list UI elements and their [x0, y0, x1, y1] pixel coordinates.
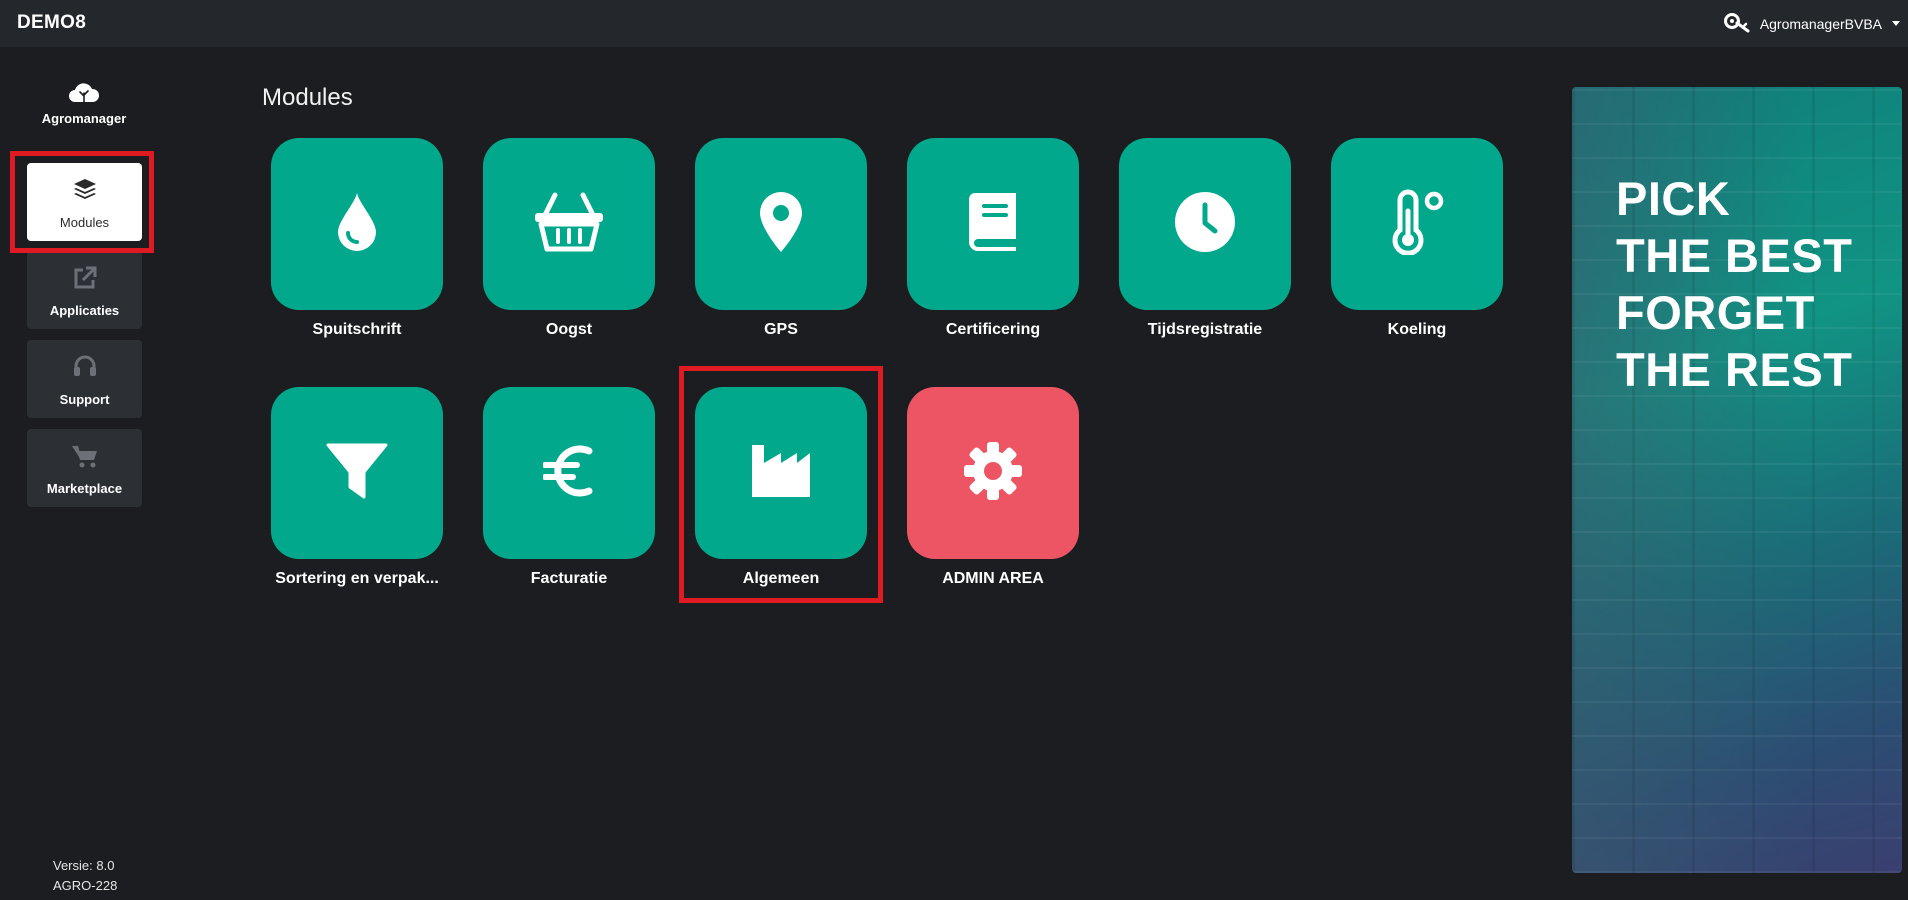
module-label: Tijdsregistratie: [1147, 321, 1263, 338]
sidebar-item-marketplace[interactable]: Marketplace: [27, 429, 142, 507]
chevron-down-icon: [1892, 21, 1900, 26]
modules-highlight-box: [10, 151, 154, 253]
gear-icon: [962, 440, 1024, 507]
version-info: Versie: 8.0 AGRO-228: [53, 856, 117, 896]
promo-line-4: THE REST: [1616, 343, 1853, 396]
module-label: Facturatie: [530, 570, 608, 587]
top-bar: DEMO8 AgromanagerBVBA: [0, 0, 1908, 47]
module-tile-tijdsregistratie[interactable]: Tijdsregistratie: [1119, 138, 1291, 339]
module-tile-spuitschrift[interactable]: Spuitschrift: [271, 138, 443, 339]
euro-icon: [542, 441, 595, 506]
user-key-icon: [1722, 9, 1752, 38]
module-label: ADMIN AREA: [942, 570, 1044, 587]
module-label: Koeling: [1387, 321, 1447, 338]
version-text: Versie: 8.0: [53, 858, 115, 873]
sidebar-item-label: Support: [59, 392, 110, 407]
module-tile-koeling[interactable]: Koeling: [1331, 138, 1503, 339]
map-pin-icon: [758, 190, 804, 259]
sidebar-item-applicaties[interactable]: Applicaties: [27, 251, 142, 329]
sidebar-item-support[interactable]: Support: [27, 340, 142, 418]
sidebar-item-label: Marketplace: [46, 481, 123, 496]
filter-icon: [326, 442, 388, 505]
module-label: Certificering: [945, 321, 1041, 338]
module-tile-oogst[interactable]: Oogst: [483, 138, 655, 339]
basket-icon: [533, 191, 605, 258]
module-tile-admin-area[interactable]: ADMIN AREA: [907, 387, 1079, 588]
promo-line-2: THE BEST: [1616, 229, 1853, 282]
module-tile-gps[interactable]: GPS: [695, 138, 867, 339]
module-label: Sortering en verpak...: [275, 570, 439, 587]
promo-line-1: PICK: [1616, 172, 1731, 225]
promo-line-3: FORGET: [1616, 286, 1815, 339]
logo-text: Agromanager: [41, 111, 127, 126]
cart-icon: [27, 443, 142, 469]
build-text: AGRO-228: [53, 878, 118, 893]
book-icon: [966, 191, 1020, 258]
user-name: AgromanagerBVBA: [1759, 15, 1882, 32]
module-tile-sortering[interactable]: Sortering en verpak...: [271, 387, 443, 588]
cloud-tree-icon: [67, 83, 101, 108]
module-tile-facturatie[interactable]: Facturatie: [483, 387, 655, 588]
module-label: GPS: [764, 321, 798, 338]
thermometer-icon: [1387, 189, 1447, 260]
algemeen-highlight-box: [679, 366, 883, 603]
user-menu[interactable]: AgromanagerBVBA: [1722, 9, 1900, 38]
page-title: Modules: [262, 84, 353, 111]
clock-icon: [1173, 190, 1237, 259]
module-label: Oogst: [545, 321, 593, 338]
module-tile-certificering[interactable]: Certificering: [907, 138, 1079, 339]
sidebar-logo[interactable]: Agromanager: [33, 82, 135, 126]
module-label: Spuitschrift: [312, 321, 402, 338]
app-title[interactable]: DEMO8: [17, 12, 86, 34]
sidebar-item-label: Applicaties: [49, 303, 120, 318]
headset-icon: [27, 354, 142, 380]
promo-banner[interactable]: PICK THE BEST FORGET THE REST: [1572, 87, 1902, 873]
external-link-icon: [27, 265, 142, 291]
droplet-icon: [335, 191, 379, 258]
